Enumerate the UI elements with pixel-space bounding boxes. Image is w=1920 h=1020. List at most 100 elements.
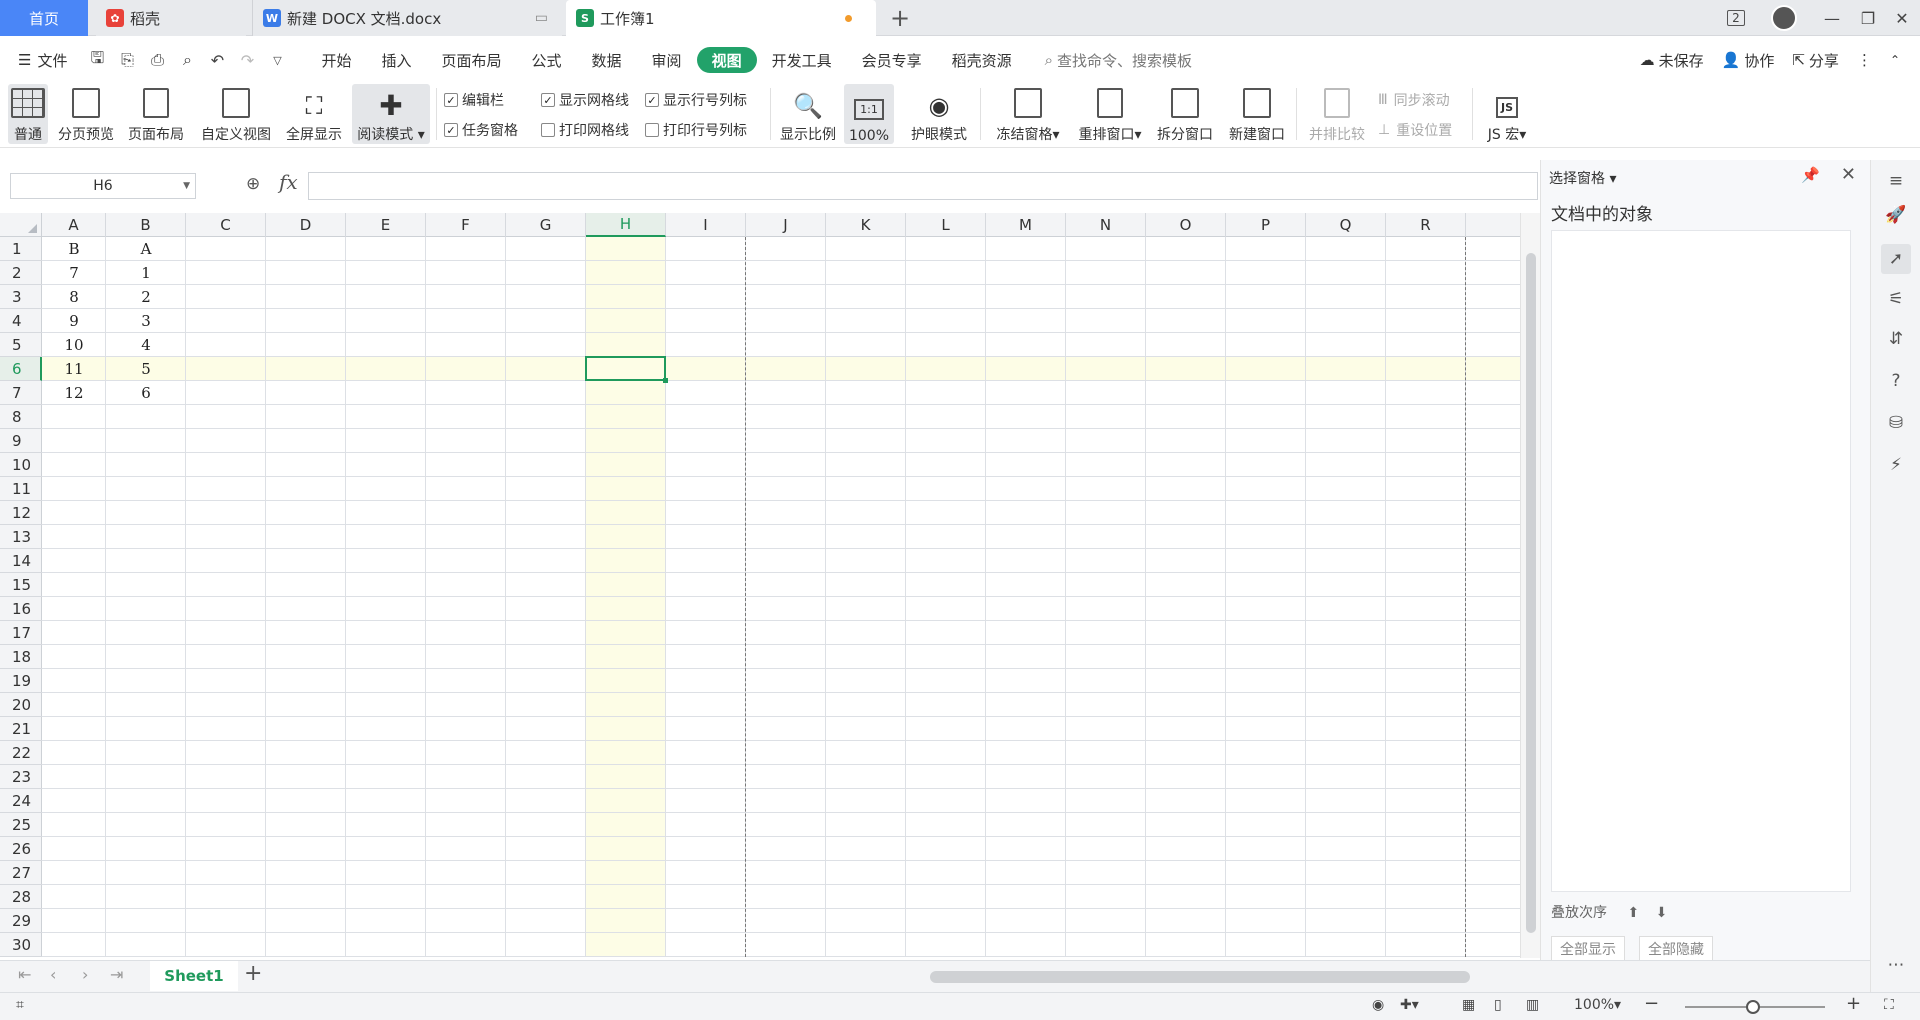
row-header-8[interactable]: 8 [0, 405, 42, 429]
row-header-22[interactable]: 22 [0, 741, 42, 765]
command-search[interactable]: ⌕ 查找命令、搜索模板 [1045, 50, 1192, 71]
column-header-o[interactable]: O [1146, 213, 1226, 237]
column-header-k[interactable]: K [826, 213, 906, 237]
close-icon[interactable]: ✕ [1841, 164, 1856, 185]
column-header-e[interactable]: E [346, 213, 426, 237]
move-up-icon[interactable]: ⬆ [1627, 905, 1639, 921]
row-header-2[interactable]: 2 [0, 261, 42, 285]
task-pane-checkbox[interactable]: ✓ 任务窗格 [444, 120, 518, 140]
normal-view-button[interactable]: 普通 [8, 84, 48, 144]
custom-view-button[interactable]: 自定义视图 [196, 84, 276, 144]
freeze-panes-button[interactable]: 冻结窗格▾ [990, 84, 1066, 144]
more-icon[interactable]: ⋮ [1857, 51, 1872, 69]
sidebar-menu-icon[interactable]: ≡ [1881, 166, 1911, 196]
cell-a5[interactable]: 10 [42, 333, 106, 357]
tab-document[interactable]: W 新建 DOCX 文档.docx ▭ [252, 0, 562, 36]
column-header-n[interactable]: N [1066, 213, 1146, 237]
formula-input[interactable] [308, 172, 1538, 200]
tab-workbook[interactable]: S 工作簿1 [566, 0, 876, 36]
add-sheet-button[interactable]: + [244, 961, 262, 986]
row-header-5[interactable]: 5 [0, 333, 42, 357]
row-header-1[interactable]: 1 [0, 237, 42, 261]
column-header-h[interactable]: H [586, 213, 666, 237]
menu-start[interactable]: 开始 [306, 47, 366, 73]
print-icon[interactable]: ⎙ [146, 49, 168, 71]
macro-record-icon[interactable]: ⌗ [16, 997, 24, 1013]
row-header-17[interactable]: 17 [0, 621, 42, 645]
menu-view[interactable]: 视图 [696, 47, 757, 73]
page-break-status-icon[interactable]: ▥ [1526, 997, 1539, 1013]
cell-b3[interactable]: 2 [106, 285, 186, 309]
show-headers-checkbox[interactable]: ✓ 显示行号列标 [645, 90, 747, 110]
show-all-button[interactable]: 全部显示 [1551, 936, 1625, 962]
zoom-slider-knob[interactable] [1746, 1000, 1760, 1014]
file-menu[interactable]: ☰ 文件 [0, 47, 82, 73]
save-icon[interactable]: 🖫 [86, 48, 108, 71]
chevron-down-icon[interactable]: ▼ [183, 181, 190, 191]
share-button[interactable]: ⇱ 分享 [1792, 50, 1839, 71]
zoom-100-button[interactable]: 1:1 100% [844, 84, 894, 144]
read-mode-status-icon[interactable]: ✚▾ [1400, 997, 1419, 1013]
more-horizontal-icon[interactable]: ⋯ [1881, 950, 1911, 980]
row-header-18[interactable]: 18 [0, 645, 42, 669]
tab-docer[interactable]: ✿ 稻壳 [96, 0, 246, 36]
cell-area[interactable]: B A 7 1 8 2 9 3 10 4 11 5 12 6 [42, 237, 1520, 958]
zoom-button[interactable]: 🔍 显示比例 [776, 84, 840, 144]
row-header-20[interactable]: 20 [0, 693, 42, 717]
object-list[interactable] [1551, 230, 1851, 892]
cursor-icon[interactable]: ➚ [1881, 244, 1911, 274]
column-header-g[interactable]: G [506, 213, 586, 237]
new-window-button[interactable]: 新建窗口 [1224, 84, 1290, 144]
row-header-3[interactable]: 3 [0, 285, 42, 309]
print-gridlines-checkbox[interactable]: 打印网格线 [541, 120, 629, 140]
active-cell[interactable] [585, 356, 668, 383]
rocket-icon[interactable]: 🚀 [1881, 200, 1911, 230]
insert-function-button[interactable]: fx [279, 170, 298, 194]
read-mode-button[interactable]: ✚ 阅读模式 ▾ [352, 84, 430, 144]
normal-view-status-icon[interactable]: ▦ [1462, 997, 1475, 1013]
cell-b2[interactable]: 1 [106, 261, 186, 285]
undo-icon[interactable]: ↶ [206, 49, 228, 71]
zoom-level[interactable]: 100% ▾ [1574, 997, 1621, 1013]
row-header-19[interactable]: 19 [0, 669, 42, 693]
tab-home[interactable]: 首页 [0, 0, 88, 36]
cell-b7[interactable]: 6 [106, 381, 186, 405]
print-preview-icon[interactable]: ⌕ [176, 49, 198, 71]
close-window-icon[interactable]: ✕ [1882, 0, 1920, 36]
row-header-6[interactable]: 6 [0, 357, 42, 381]
column-header-b[interactable]: B [106, 213, 186, 237]
cell-b1[interactable]: A [106, 237, 186, 261]
column-header-m[interactable]: M [986, 213, 1066, 237]
row-header-26[interactable]: 26 [0, 837, 42, 861]
eye-mode-status-icon[interactable]: ◉ [1372, 997, 1384, 1013]
row-header-9[interactable]: 9 [0, 429, 42, 453]
row-header-27[interactable]: 27 [0, 861, 42, 885]
sync-scroll-button[interactable]: Ⅲ 同步滚动 [1378, 90, 1450, 110]
cell-b5[interactable]: 4 [106, 333, 186, 357]
cell-a2[interactable]: 7 [42, 261, 106, 285]
menu-data[interactable]: 数据 [577, 47, 637, 73]
page-break-preview-button[interactable]: 分页预览 [54, 84, 118, 144]
cell-a6[interactable]: 11 [42, 357, 106, 381]
menu-insert[interactable]: 插入 [366, 47, 426, 73]
cell-b6[interactable]: 5 [106, 357, 186, 381]
column-header-r[interactable]: R [1386, 213, 1466, 237]
move-down-icon[interactable]: ⬇ [1656, 905, 1668, 921]
name-box[interactable]: H6 ▼ [10, 173, 196, 199]
export-pdf-icon[interactable]: ⎘ [116, 49, 138, 71]
cell-a1[interactable]: B [42, 237, 106, 261]
hide-all-button[interactable]: 全部隐藏 [1639, 936, 1713, 962]
js-macro-button[interactable]: JS JS 宏▾ [1480, 84, 1534, 144]
row-header-16[interactable]: 16 [0, 597, 42, 621]
horizontal-scroll-thumb[interactable] [930, 971, 1470, 983]
page-layout-view-button[interactable]: 页面布局 [124, 84, 188, 144]
sliders-icon[interactable]: ⚟ [1881, 284, 1911, 314]
collapse-ribbon-icon[interactable]: ⌃ [1890, 53, 1900, 67]
menu-page-layout[interactable]: 页面布局 [427, 47, 517, 73]
column-header-l[interactable]: L [906, 213, 986, 237]
row-header-24[interactable]: 24 [0, 789, 42, 813]
minimize-icon[interactable]: — [1812, 0, 1852, 36]
column-header-j[interactable]: J [746, 213, 826, 237]
unsaved-button[interactable]: ☁ 未保存 [1640, 50, 1704, 71]
cell-a7[interactable]: 12 [42, 381, 106, 405]
